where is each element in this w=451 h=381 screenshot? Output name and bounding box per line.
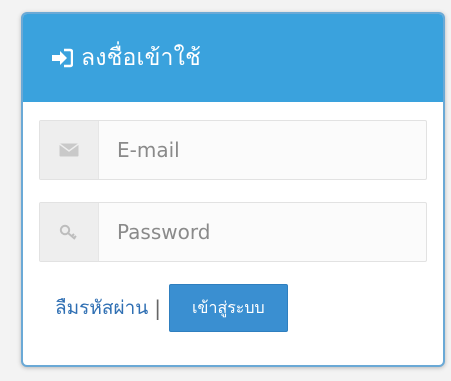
login-panel-header: ลงชื่อเข้าใช้	[23, 14, 443, 102]
link-separator: |	[154, 296, 162, 320]
login-form: ลืมรหัสผ่าน | เข้าสู่ระบบ	[23, 102, 443, 332]
login-button[interactable]: เข้าสู่ระบบ	[169, 284, 288, 332]
page: ลงชื่อเข้าใช้ E-mail ลืมรหัสผ่าน | เข้าส…	[0, 0, 451, 381]
key-icon	[40, 203, 99, 261]
envelope-icon	[40, 121, 99, 179]
sign-in-icon	[51, 47, 73, 69]
page-title: ลงชื่อเข้าใช้	[81, 45, 201, 71]
email-field	[39, 120, 427, 180]
login-panel: ลงชื่อเข้าใช้ E-mail ลืมรหัสผ่าน | เข้าส…	[21, 12, 445, 367]
forgot-password-link[interactable]: ลืมรหัสผ่าน	[55, 293, 148, 323]
password-field	[39, 202, 427, 262]
email-input[interactable]	[99, 121, 426, 179]
form-actions: ลืมรหัสผ่าน | เข้าสู่ระบบ	[39, 284, 427, 332]
password-input[interactable]	[99, 203, 426, 261]
